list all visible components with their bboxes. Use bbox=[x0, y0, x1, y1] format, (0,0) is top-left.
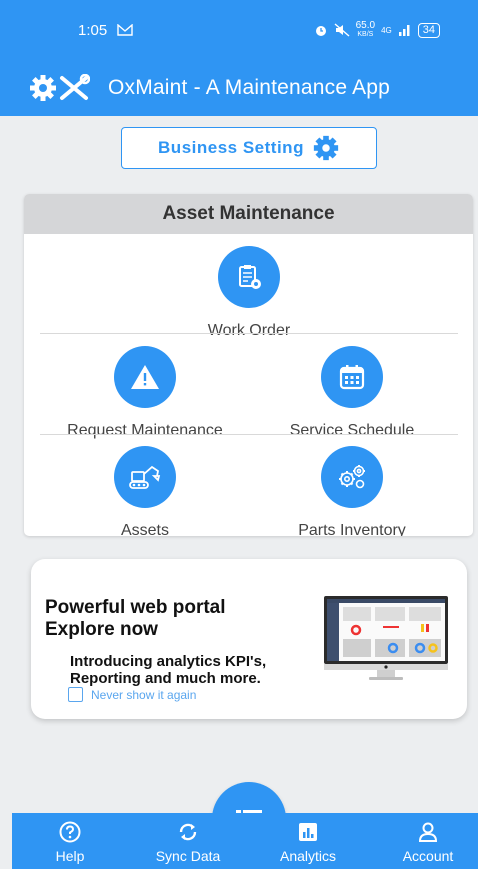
app-logo bbox=[28, 73, 90, 103]
mute-icon bbox=[334, 23, 350, 37]
gear-icon bbox=[30, 75, 56, 101]
promo-heading: Powerful web portal Explore now bbox=[45, 597, 226, 640]
never-show-option[interactable]: Never show it again bbox=[68, 687, 196, 702]
promo-card[interactable]: Powerful web portal Explore now Introduc… bbox=[31, 559, 467, 719]
nav-account[interactable]: Account bbox=[378, 813, 478, 869]
calendar-icon bbox=[339, 365, 365, 390]
tile-service-schedule[interactable]: Service Schedule bbox=[242, 346, 462, 440]
battery-indicator: 34 bbox=[417, 22, 440, 38]
tile-label: Service Schedule bbox=[289, 422, 415, 439]
sync-icon bbox=[179, 823, 197, 841]
tile-request-maintenance[interactable]: Request Maintenance bbox=[35, 346, 255, 440]
never-show-label: Never show it again bbox=[91, 687, 197, 702]
excavator-icon bbox=[129, 465, 161, 489]
tile-label: Assets bbox=[120, 522, 169, 536]
bottom-navigation: Help Sync Data Analytics Account bbox=[12, 813, 478, 869]
asset-maintenance-title: Asset Maintenance bbox=[24, 194, 473, 234]
nav-help[interactable]: Help bbox=[20, 813, 120, 869]
status-time: 1:05 bbox=[78, 21, 108, 39]
account-icon bbox=[418, 822, 438, 842]
app-bar: OxMaint - A Maintenance App bbox=[0, 60, 478, 116]
tile-assets[interactable]: Assets bbox=[35, 446, 255, 536]
status-bar: 1:05 65.0 KB/S 4G 34 bbox=[0, 0, 478, 60]
divider bbox=[40, 434, 458, 435]
alarm-icon bbox=[315, 26, 326, 36]
clipboard-gear-icon bbox=[239, 265, 261, 289]
net-speed: 65.0 bbox=[355, 20, 376, 31]
tools-icon bbox=[60, 74, 90, 100]
tile-work-order[interactable]: Work Order bbox=[139, 246, 359, 340]
promo-subheading: Introducing analytics KPI's, Reporting a… bbox=[70, 653, 267, 687]
tile-label: Request Maintenance bbox=[67, 422, 223, 439]
tile-label: Parts Inventory bbox=[298, 522, 406, 536]
nav-help-label: Help bbox=[55, 848, 85, 864]
gmail-icon bbox=[117, 24, 133, 36]
app-title: OxMaint - A Maintenance App bbox=[108, 76, 391, 99]
nav-analytics-label: Analytics bbox=[279, 848, 337, 864]
signal-icon bbox=[398, 25, 410, 36]
nav-sync-data[interactable]: Sync Data bbox=[138, 813, 238, 869]
monitor-dashboard-image bbox=[324, 596, 448, 680]
divider bbox=[40, 333, 458, 334]
net-speed-unit: KB/S bbox=[357, 31, 374, 38]
analytics-icon bbox=[299, 823, 317, 841]
business-setting-label: Business Setting bbox=[158, 138, 304, 157]
tile-parts-inventory[interactable]: Parts Inventory bbox=[242, 446, 462, 536]
nav-sync-label: Sync Data bbox=[155, 848, 221, 864]
network-type: 4G bbox=[381, 25, 392, 35]
top-bar: 1:05 65.0 KB/S 4G 34 OxMaint - A Mainten… bbox=[0, 0, 478, 116]
tile-label: Work Order bbox=[207, 322, 291, 339]
never-show-checkbox[interactable] bbox=[68, 687, 83, 702]
help-icon bbox=[59, 821, 81, 843]
warning-icon bbox=[131, 365, 159, 389]
asset-maintenance-card: Asset Maintenance Work Order Request Mai… bbox=[24, 194, 473, 536]
gears-icon bbox=[339, 465, 365, 489]
business-setting-button[interactable]: Business Setting bbox=[121, 127, 377, 169]
gear-icon bbox=[313, 135, 339, 161]
nav-account-label: Account bbox=[402, 848, 454, 864]
nav-analytics[interactable]: Analytics bbox=[258, 813, 358, 869]
